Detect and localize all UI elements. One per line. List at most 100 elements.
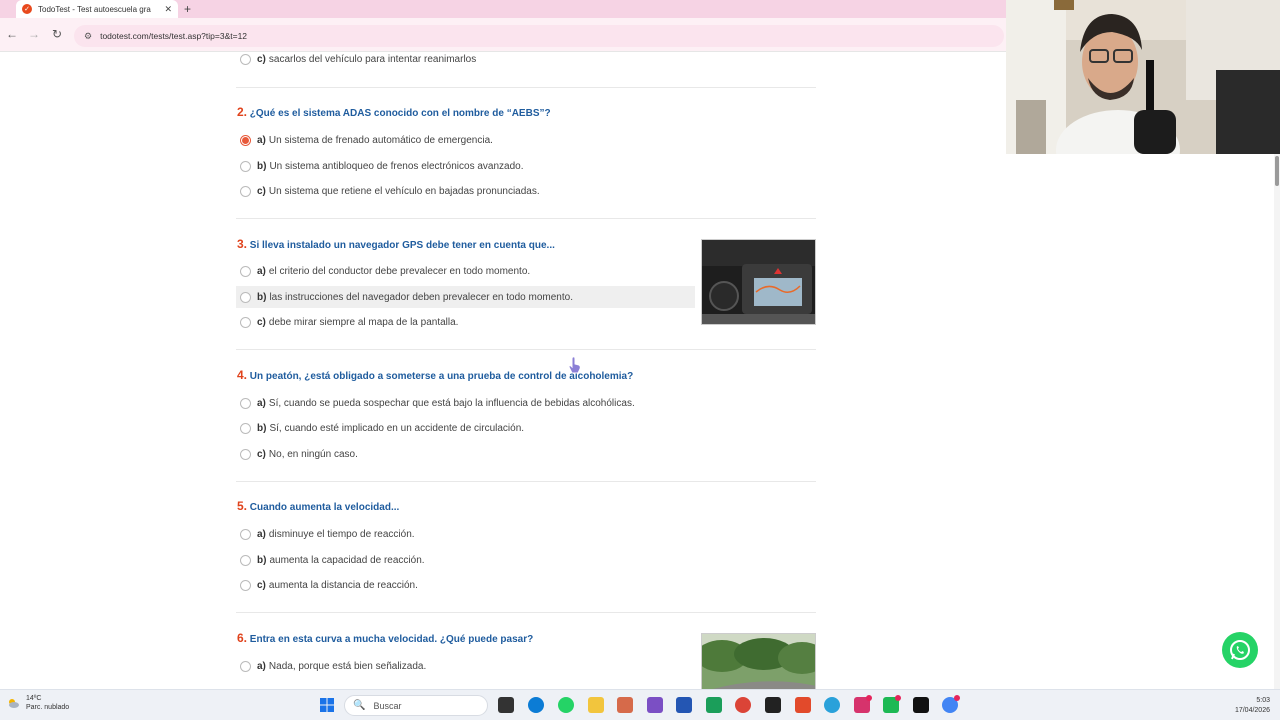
option-b[interactable]: b) las instrucciones del navegador deben…: [236, 286, 695, 308]
chrome-icon[interactable]: [735, 697, 751, 713]
option-b[interactable]: b) Un sistema antibloqueo de frenos elec…: [236, 155, 524, 177]
clock-time: 5:03: [1256, 697, 1270, 704]
question-image-gps[interactable]: [701, 239, 816, 325]
tab-close-icon[interactable]: ✕: [164, 4, 172, 15]
rtve-icon[interactable]: [795, 697, 811, 713]
option-text: Sí, cuando se pueda sospechar que está b…: [268, 397, 635, 409]
prev-question-option-c[interactable]: c) sacarlos del vehículo para intentar r…: [236, 52, 476, 70]
whatsapp-icon: [1230, 640, 1250, 660]
back-button[interactable]: ←: [6, 27, 18, 41]
option-b[interactable]: b) aumenta la capacidad de reacción.: [236, 549, 425, 571]
question-image-curve[interactable]: [701, 633, 816, 689]
app-icon-6[interactable]: [883, 695, 901, 713]
page-content: c) sacarlos del vehículo para intentar r…: [0, 52, 1280, 689]
option-a[interactable]: a) Un sistema de frenado automático de e…: [236, 129, 493, 151]
option-text: Nada, porque está bien señalizada.: [268, 660, 427, 672]
option-text: sacarlos del vehículo para intentar rean…: [268, 53, 477, 65]
radio-button[interactable]: [240, 397, 251, 409]
radio-button[interactable]: [240, 291, 251, 303]
page-scrollbar[interactable]: [1274, 154, 1280, 689]
option-c[interactable]: c) No, en ningún caso.: [236, 443, 358, 465]
question-5: 5. Cuando aumenta la velocidad... a) dis…: [236, 481, 816, 612]
app-icon-2[interactable]: [647, 697, 663, 713]
option-text: aumenta la capacidad de reacción.: [269, 554, 425, 566]
option-text: Sí, cuando esté implicado en un accident…: [269, 422, 525, 434]
option-c[interactable]: c) Un sistema que retiene el vehículo en…: [236, 180, 540, 202]
address-bar[interactable]: ⚙ todotest.com/tests/test.asp?tip=3&t=12: [74, 25, 1004, 47]
app-icon-4[interactable]: [706, 697, 722, 713]
question-6: 6. Entra en esta curva a mucha velocidad…: [236, 612, 816, 689]
system-clock[interactable]: 5:03 17/04/2026: [1235, 696, 1270, 716]
reload-button[interactable]: ↻: [52, 27, 62, 41]
clock-date: 17/04/2026: [1234, 707, 1270, 714]
question-3: 3. Si lleva instalado un navegador GPS d…: [236, 218, 816, 349]
option-text: las instrucciones del navegador deben pr…: [269, 291, 573, 303]
radio-button[interactable]: [240, 316, 251, 328]
radio-button[interactable]: [240, 579, 251, 591]
radio-button[interactable]: [240, 528, 251, 540]
browser-tab-bar: ✓ TodoTest - Test autoescuela gra ✕ +: [0, 0, 1006, 18]
instagram-icon[interactable]: [854, 695, 872, 713]
task-view-icon[interactable]: [498, 697, 514, 713]
windows-taskbar: 14ºC Parc. nublado 🔍 Buscar 5:03 17/04/2…: [0, 689, 1280, 720]
whatsapp-taskbar-icon[interactable]: [558, 697, 574, 713]
windows-start-icon[interactable]: [319, 697, 335, 713]
url-text: todotest.com/tests/test.asp?tip=3&t=12: [100, 31, 248, 41]
radio-button[interactable]: [240, 554, 251, 566]
question-4: 4. Un peatón, ¿está obligado a someterse…: [236, 349, 816, 481]
radio-button[interactable]: [240, 265, 251, 277]
question-title: 6. Entra en esta curva a mucha velocidad…: [237, 631, 534, 645]
option-text: el criterio del conductor debe prevalece…: [268, 265, 531, 277]
weather-cloud-icon: [9, 699, 19, 708]
weather-text: Parc. nublado: [26, 704, 70, 711]
option-text: disminuye el tiempo de reacción.: [268, 528, 415, 540]
radio-button[interactable]: [240, 185, 251, 197]
option-c[interactable]: c) aumenta la distancia de reacción.: [236, 574, 418, 596]
radio-button[interactable]: [240, 422, 251, 434]
option-text: Un sistema antibloqueo de frenos electró…: [269, 160, 524, 172]
question-2: 2. ¿Qué es el sistema ADAS conocido con …: [236, 87, 816, 218]
taskbar-search[interactable]: 🔍 Buscar: [344, 695, 488, 716]
radio-button[interactable]: [240, 160, 251, 172]
option-a[interactable]: a) disminuye el tiempo de reacción.: [236, 523, 415, 545]
app-icon-1[interactable]: [617, 697, 633, 713]
app-icon-5[interactable]: [765, 697, 781, 713]
file-explorer-icon[interactable]: [588, 697, 604, 713]
scrollbar-thumb[interactable]: [1275, 156, 1279, 186]
tab-title: TodoTest - Test autoescuela gra: [38, 4, 151, 14]
browser-toolbar: ← → ↻ ⚙ todotest.com/tests/test.asp?tip=…: [0, 18, 1006, 52]
temperature: 14ºC: [26, 695, 42, 702]
whatsapp-button[interactable]: [1222, 632, 1258, 668]
browser-tab[interactable]: ✓ TodoTest - Test autoescuela gra ✕: [16, 0, 178, 18]
option-text: No, en ningún caso.: [268, 448, 358, 460]
app-icon-3[interactable]: [676, 697, 692, 713]
option-c[interactable]: c) debe mirar siempre al mapa de la pant…: [236, 311, 458, 333]
weather-widget[interactable]: 14ºC Parc. nublado: [6, 694, 69, 712]
forward-button[interactable]: →: [28, 27, 40, 41]
telegram-icon[interactable]: [824, 697, 840, 713]
question-title: 5. Cuando aumenta la velocidad...: [237, 499, 400, 513]
option-text: debe mirar siempre al mapa de la pantall…: [268, 316, 459, 328]
option-text: Un sistema de frenado automático de emer…: [268, 134, 493, 146]
edge-icon[interactable]: [528, 697, 544, 713]
radio-button-selected[interactable]: [240, 134, 251, 146]
site-info-icon[interactable]: ⚙: [84, 31, 92, 42]
search-placeholder: Buscar: [373, 700, 402, 711]
option-a[interactable]: a) Nada, porque está bien señalizada.: [236, 655, 426, 677]
new-tab-button[interactable]: +: [184, 2, 191, 16]
radio-button[interactable]: [240, 53, 251, 65]
radio-button[interactable]: [240, 660, 251, 672]
option-a[interactable]: a) Sí, cuando se pueda sospechar que est…: [236, 392, 635, 414]
option-a[interactable]: a) el criterio del conductor debe preval…: [236, 260, 530, 282]
option-text: aumenta la distancia de reacción.: [268, 579, 418, 591]
chrome-profile-icon[interactable]: [942, 695, 960, 713]
question-title: 2. ¿Qué es el sistema ADAS conocido con …: [237, 105, 551, 119]
search-icon: 🔍: [353, 700, 366, 711]
question-title: 3. Si lleva instalado un navegador GPS d…: [237, 237, 555, 251]
tiktok-icon[interactable]: [913, 697, 929, 713]
todotest-favicon: ✓: [22, 4, 32, 14]
radio-button[interactable]: [240, 448, 251, 460]
hand-cursor-icon: [568, 356, 581, 374]
option-text: Un sistema que retiene el vehículo en ba…: [268, 185, 540, 197]
option-b[interactable]: b) Sí, cuando esté implicado en un accid…: [236, 417, 524, 439]
